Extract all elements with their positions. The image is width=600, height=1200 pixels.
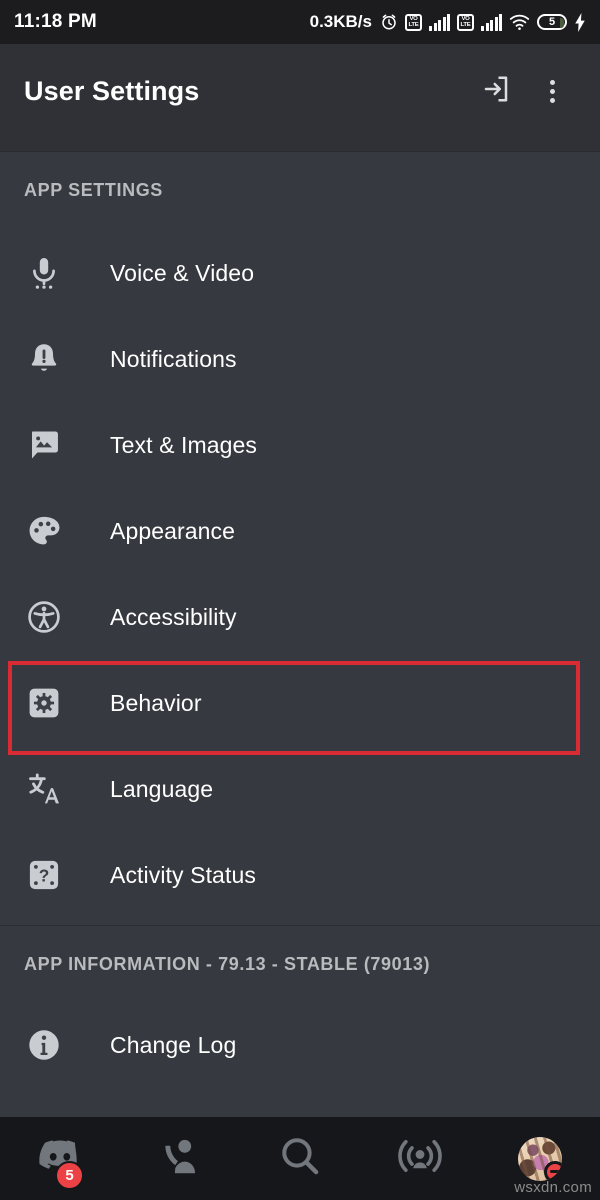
alarm-clock-icon <box>380 13 398 31</box>
volte-sim2-top-label: VO <box>461 16 470 22</box>
signal-bars-sim1-icon <box>429 13 450 31</box>
nav-item-friends[interactable] <box>120 1117 240 1200</box>
page-title: User Settings <box>24 75 200 106</box>
wifi-icon <box>509 13 530 31</box>
microphone-icon <box>22 251 66 295</box>
list-item-label: Text & Images <box>110 431 258 458</box>
app-bar: User Settings <box>0 44 600 152</box>
network-speed-text: 0.3KB/s <box>309 12 372 31</box>
nav-item-search[interactable] <box>240 1117 360 1200</box>
broadcast-icon <box>397 1133 443 1184</box>
lightning-bolt-icon <box>574 12 586 32</box>
translate-icon <box>22 767 66 811</box>
section-divider <box>0 925 600 926</box>
list-item-activity-status[interactable]: ? Activity Status <box>0 832 600 918</box>
status-badge-do-not-disturb <box>544 1160 562 1181</box>
watermark: wsxdn.com <box>514 1179 592 1196</box>
volte-sim1-bottom-label: LTE <box>408 22 419 28</box>
battery-icon: 5 <box>537 14 567 30</box>
nav-item-stage[interactable] <box>360 1117 480 1200</box>
list-item-text-images[interactable]: Text & Images <box>0 402 600 488</box>
logout-button[interactable] <box>468 63 524 119</box>
section-header-app-information: APP INFORMATION - 79.13 - STABLE (79013) <box>24 954 431 974</box>
volte-sim2-icon: VO LTE <box>457 13 474 31</box>
phone-screen: 11:18 PM 0.3KB/s VO LTE VO LTE 5 User Se… <box>0 0 600 1200</box>
app-bar-divider <box>0 151 600 152</box>
friends-icon <box>158 1134 202 1183</box>
overflow-menu-icon <box>549 79 555 103</box>
section-header-app-settings: APP SETTINGS <box>24 180 163 200</box>
list-item-label: Notifications <box>110 345 237 372</box>
list-item-notifications[interactable]: Notifications <box>0 316 600 402</box>
status-bar: 11:18 PM 0.3KB/s VO LTE VO LTE 5 <box>0 0 600 44</box>
list-item-label: Behavior <box>110 689 202 716</box>
list-item-voice-video[interactable]: Voice & Video <box>0 230 600 316</box>
avatar <box>518 1136 562 1181</box>
logout-icon <box>481 74 511 109</box>
nav-item-home[interactable]: 5 <box>0 1117 120 1200</box>
status-bar-clock: 11:18 PM <box>14 11 97 32</box>
bottom-navigation-bar: 5 <box>0 1117 600 1200</box>
volte-sim1-icon: VO LTE <box>405 13 422 31</box>
list-item-accessibility[interactable]: Accessibility <box>0 574 600 660</box>
list-item-label: Appearance <box>110 517 236 544</box>
accessibility-icon <box>22 595 66 639</box>
list-item-label: Language <box>110 775 214 802</box>
search-icon <box>277 1133 323 1184</box>
palette-icon <box>22 509 66 553</box>
activity-status-icon: ? <box>22 853 66 897</box>
list-item-language[interactable]: Language <box>0 746 600 832</box>
list-item-label: Voice & Video <box>110 259 255 286</box>
list-item-label: Change Log <box>110 1031 237 1058</box>
status-bar-icons: 0.3KB/s VO LTE VO LTE 5 <box>310 12 586 32</box>
bell-alert-icon <box>22 337 66 381</box>
battery-percent-label: 5 <box>548 16 556 28</box>
list-item-label: Activity Status <box>110 861 256 888</box>
svg-text:?: ? <box>39 866 50 886</box>
list-item-label: Accessibility <box>110 603 237 630</box>
volte-sim1-top-label: VO <box>409 16 418 22</box>
list-item-behavior[interactable]: Behavior <box>0 660 600 746</box>
signal-bars-sim2-icon <box>481 13 502 31</box>
info-icon <box>22 1023 66 1067</box>
list-item-change-log[interactable]: Change Log <box>0 1002 600 1088</box>
nav-badge-count: 5 <box>55 1161 84 1190</box>
list-item-appearance[interactable]: Appearance <box>0 488 600 574</box>
gear-square-icon <box>22 681 66 725</box>
chat-image-icon <box>22 423 66 467</box>
overflow-menu-button[interactable] <box>524 63 580 119</box>
volte-sim2-bottom-label: LTE <box>460 22 471 28</box>
